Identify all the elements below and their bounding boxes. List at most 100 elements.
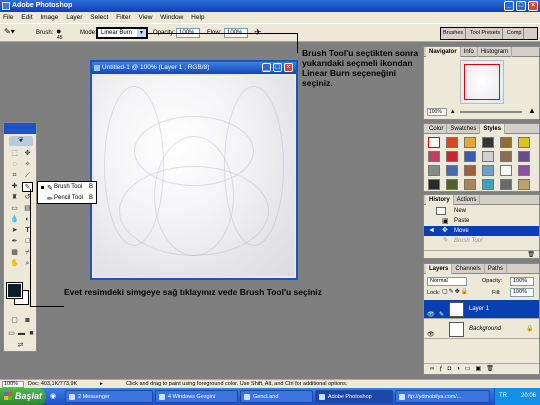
link-layers-icon[interactable]: ∞ — [430, 366, 439, 372]
menu-view[interactable]: View — [138, 14, 152, 21]
navigator-zoom-field[interactable]: 100% — [427, 108, 447, 116]
history-item[interactable]: New — [424, 206, 539, 216]
layer-opacity-field[interactable]: 100% — [510, 277, 534, 286]
eye-icon[interactable]: 👁 — [427, 326, 435, 345]
style-swatch[interactable] — [500, 151, 512, 162]
blur-tool-icon[interactable]: 💧 — [9, 215, 20, 225]
style-swatch[interactable] — [446, 179, 458, 190]
adobe-online-icon[interactable]: ❦ — [9, 136, 33, 146]
new-layer-icon[interactable]: ▣ — [476, 366, 487, 372]
navigator-view-box[interactable] — [464, 64, 500, 100]
style-swatch[interactable] — [428, 179, 440, 190]
navigator-zoom-slider[interactable] — [460, 111, 522, 113]
magic-wand-icon[interactable]: ✧ — [22, 160, 33, 170]
history-item[interactable]: ▣ Paste — [424, 216, 539, 226]
well-tool-presets[interactable]: Tool Presets — [468, 28, 504, 39]
doc-close-button[interactable]: × — [284, 63, 293, 72]
style-swatch[interactable] — [482, 151, 494, 162]
path-selection-icon[interactable]: ➤ — [9, 226, 20, 236]
menu-edit[interactable]: Edit — [21, 14, 32, 21]
zoom-out-icon[interactable]: ▴ — [451, 107, 455, 115]
tab-histogram[interactable]: Histogram — [478, 47, 513, 57]
style-swatch[interactable] — [500, 179, 512, 190]
menu-select[interactable]: Select — [90, 14, 108, 21]
start-button[interactable]: Başlat — [0, 388, 46, 405]
menu-filter[interactable]: Filter — [116, 14, 130, 21]
notes-tool-icon[interactable]: ▦ — [9, 248, 20, 258]
tab-swatches[interactable]: Swatches — [447, 124, 481, 134]
style-swatch[interactable] — [446, 137, 458, 148]
minimize-button[interactable]: _ — [504, 1, 514, 11]
tab-actions[interactable]: Actions — [454, 195, 481, 205]
style-swatch[interactable] — [464, 137, 476, 148]
color-selector[interactable] — [6, 282, 29, 305]
layer-style-icon[interactable]: ƒ — [439, 366, 447, 372]
style-swatch[interactable] — [518, 179, 530, 190]
move-tool-icon[interactable]: ✥ — [22, 149, 33, 159]
style-swatch[interactable] — [428, 151, 440, 162]
menu-file[interactable]: File — [3, 14, 13, 21]
style-swatch[interactable] — [428, 165, 440, 176]
style-swatch[interactable] — [500, 137, 512, 148]
delete-state-icon[interactable]: 🗑 — [527, 252, 535, 258]
style-swatch[interactable] — [482, 165, 494, 176]
style-swatch[interactable] — [428, 137, 440, 148]
jump-to-imageready-icon[interactable]: ⇄ — [15, 341, 26, 351]
blend-mode-select[interactable]: Normal — [427, 277, 467, 286]
healing-brush-icon[interactable]: ✚ — [9, 182, 20, 192]
foreground-color-swatch[interactable] — [6, 282, 23, 299]
close-button[interactable]: × — [528, 1, 538, 11]
style-swatch[interactable] — [464, 179, 476, 190]
standard-mode-icon[interactable]: ▢ — [9, 316, 20, 326]
document-canvas[interactable] — [94, 76, 294, 276]
tab-info[interactable]: Info — [461, 47, 478, 57]
doc-minimize-button[interactable]: _ — [262, 63, 271, 72]
history-item-selected[interactable]: ◄ ✥ Move — [424, 226, 539, 236]
style-swatch[interactable] — [446, 151, 458, 162]
tab-navigator[interactable]: Navigator — [426, 47, 461, 57]
task-ftp[interactable]: ftp://ydmobilya.com/... — [395, 390, 490, 403]
brush-tool-preset-icon[interactable]: ✎▾ — [4, 27, 15, 36]
quick-launch-icons[interactable]: ◉ — [50, 392, 56, 400]
tab-layers[interactable]: Layers — [426, 264, 453, 274]
delete-layer-icon[interactable]: 🗑 — [486, 366, 499, 372]
history-item-undone[interactable]: ✎ Brush Tool — [424, 236, 539, 246]
style-swatch[interactable] — [446, 165, 458, 176]
tab-paths[interactable]: Paths — [485, 264, 508, 274]
task-genclnd[interactable]: GencLand — [240, 390, 313, 403]
style-swatch[interactable] — [482, 179, 494, 190]
maximize-button[interactable]: □ — [516, 1, 526, 11]
eraser-tool-icon[interactable]: ▭ — [9, 204, 20, 214]
tab-history[interactable]: History — [426, 195, 454, 205]
task-messenger[interactable]: 2 Messenger — [65, 390, 153, 403]
tab-color[interactable]: Color — [426, 124, 448, 134]
style-swatch[interactable] — [464, 151, 476, 162]
tab-styles[interactable]: Styles — [480, 124, 506, 134]
status-zoom-field[interactable]: 100% — [2, 381, 24, 388]
zoom-in-icon[interactable]: ▲ — [528, 106, 536, 115]
new-group-icon[interactable]: ▭ — [465, 366, 476, 372]
layer-fill-field[interactable]: 100% — [510, 288, 534, 297]
style-swatch[interactable] — [518, 137, 530, 148]
tab-channels[interactable]: Channels — [452, 264, 485, 274]
menu-image[interactable]: Image — [40, 14, 58, 21]
well-brushes[interactable]: Brushes — [441, 28, 467, 39]
screen-mode-full-icon[interactable]: ■ — [26, 329, 37, 339]
menu-layer[interactable]: Layer — [66, 14, 82, 21]
layer-row-layer-1[interactable]: 👁 ✎ Layer 1 — [424, 300, 539, 319]
doc-maximize-button[interactable]: □ — [273, 63, 282, 72]
menu-window[interactable]: Window — [160, 14, 183, 21]
pen-tool-icon[interactable]: ✒ — [9, 237, 20, 247]
style-swatch[interactable] — [518, 165, 530, 176]
quick-mask-icon[interactable]: ◙ — [22, 316, 33, 326]
well-comp[interactable]: Comp — [505, 28, 525, 39]
menu-help[interactable]: Help — [191, 14, 204, 21]
adjustment-layer-icon[interactable]: ◑ — [456, 366, 465, 372]
language-indicator[interactable]: TR — [499, 388, 507, 405]
clone-stamp-icon[interactable]: ♜ — [9, 193, 20, 203]
style-swatch[interactable] — [500, 165, 512, 176]
style-swatch[interactable] — [482, 137, 494, 148]
task-explorer[interactable]: 4 Windows Gezgini — [155, 390, 238, 403]
mode-select[interactable]: Linear Burn ▼ — [96, 27, 148, 39]
layer-mask-icon[interactable]: ◘ — [448, 366, 457, 372]
